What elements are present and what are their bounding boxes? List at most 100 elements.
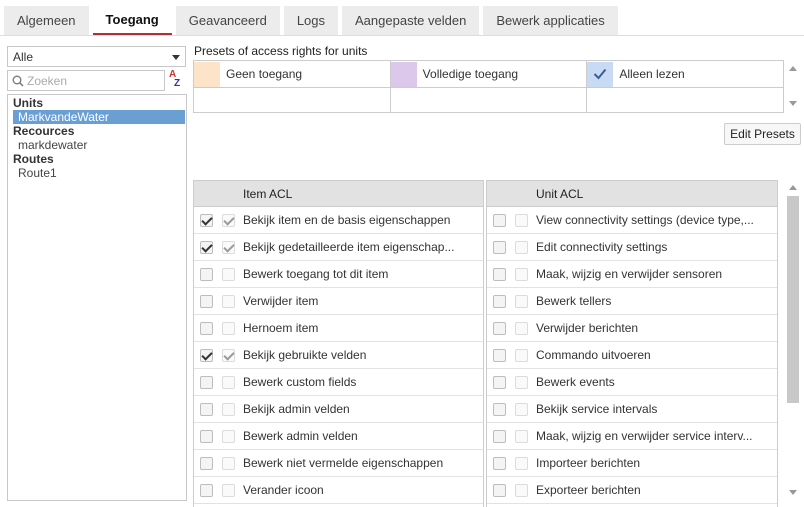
presets-scroll-down-icon[interactable] (789, 101, 797, 106)
acl-checkbox[interactable] (200, 403, 213, 416)
tree-item-route[interactable]: Route1 (8, 166, 186, 180)
unit-acl-header: Unit ACL (487, 181, 777, 207)
acl-checkbox[interactable] (493, 214, 506, 227)
tree-group-routes[interactable]: Routes (8, 152, 186, 166)
preset-alleen-lezen[interactable]: Alleen lezen (587, 61, 783, 87)
edit-presets-button[interactable]: Edit Presets (724, 123, 801, 145)
acl-label: Bekijk gebruikte velden (243, 348, 367, 362)
acl-checkbox[interactable] (200, 430, 213, 443)
acl-checkbox[interactable] (200, 322, 213, 335)
acl-label: Bekijk gedetailleerde item eigenschap... (243, 240, 455, 254)
preset-empty-cell (391, 88, 588, 113)
acl-checkbox[interactable] (200, 214, 213, 227)
acl-row: Verander icoon (194, 477, 483, 504)
acl-label: Verwijder berichten (536, 321, 639, 335)
acl-secondary-checkbox[interactable] (222, 349, 235, 362)
tab-toegang[interactable]: Toegang (92, 6, 172, 35)
tab-aangepaste-velden[interactable]: Aangepaste velden (342, 6, 480, 35)
acl-checkbox[interactable] (493, 403, 506, 416)
acl-secondary-checkbox[interactable] (222, 241, 235, 254)
acl-row: Importeer berichten (487, 450, 777, 477)
acl-secondary-checkbox[interactable] (515, 484, 528, 497)
acl-label: Verander icoon (243, 483, 324, 497)
acl-label: Edit connectivity settings (536, 240, 668, 254)
filter-dropdown[interactable]: Alle (7, 46, 186, 67)
acl-label: Bekijk item en de basis eigenschappen (243, 213, 451, 227)
acl-secondary-checkbox[interactable] (515, 322, 528, 335)
acl-secondary-checkbox[interactable] (222, 268, 235, 281)
search-input[interactable] (27, 73, 157, 88)
presets-scroll-up-icon[interactable] (789, 66, 797, 71)
acl-secondary-checkbox[interactable] (515, 403, 528, 416)
tab-bar: Algemeen Toegang Geavanceerd Logs Aangep… (4, 6, 622, 36)
acl-secondary-checkbox[interactable] (515, 457, 528, 470)
acl-secondary-checkbox[interactable] (222, 295, 235, 308)
acl-checkbox[interactable] (200, 268, 213, 281)
acl-secondary-checkbox[interactable] (515, 214, 528, 227)
tree-item-unit[interactable]: MarkvandeWater (13, 110, 185, 124)
preset-volledige-toegang[interactable]: Volledige toegang (390, 61, 588, 87)
acl-checkbox[interactable] (200, 457, 213, 470)
acl-label: Bewerk tellers (536, 294, 612, 308)
acl-secondary-checkbox[interactable] (222, 457, 235, 470)
tree-group-units[interactable]: Units (8, 96, 186, 110)
acl-label: View connectivity settings (device type,… (536, 213, 754, 227)
preset-geen-toegang[interactable]: Geen toegang (194, 61, 391, 87)
tab-logs[interactable]: Logs (283, 6, 339, 35)
acl-secondary-checkbox[interactable] (222, 430, 235, 443)
acl-checkbox[interactable] (493, 376, 506, 389)
acl-secondary-checkbox[interactable] (515, 376, 528, 389)
tab-bewerk-applicaties[interactable]: Bewerk applicaties (483, 6, 618, 35)
acl-row: Bewerk niet vermelde eigenschappen (194, 450, 483, 477)
acl-checkbox[interactable] (200, 295, 213, 308)
acl-checkbox[interactable] (493, 457, 506, 470)
acl-secondary-checkbox[interactable] (222, 403, 235, 416)
acl-checkbox[interactable] (200, 241, 213, 254)
acl-row: View connectivity settings (device type,… (487, 207, 777, 234)
acl-secondary-checkbox[interactable] (515, 430, 528, 443)
preset-row-empty (194, 87, 783, 113)
acl-scroll-up-icon[interactable] (789, 185, 797, 190)
acl-checkbox[interactable] (493, 241, 506, 254)
acl-checkbox[interactable] (200, 376, 213, 389)
acl-scrollbar-thumb[interactable] (787, 196, 799, 403)
acl-scroll-down-icon[interactable] (789, 490, 797, 495)
chevron-down-icon (172, 55, 180, 60)
tab-geavanceerd[interactable]: Geavanceerd (175, 6, 280, 35)
acl-checkbox[interactable] (493, 295, 506, 308)
preset-row: Geen toegang Volledige toegang Alleen le… (194, 61, 783, 87)
checkmark-icon (594, 68, 607, 80)
acl-checkbox[interactable] (200, 484, 213, 497)
tree-item-resource[interactable]: markdewater (8, 138, 186, 152)
acl-secondary-checkbox[interactable] (222, 214, 235, 227)
acl-label: Maak, wijzig en verwijder service interv… (536, 429, 753, 443)
acl-row: Maak, wijzig en verwijder service interv… (487, 423, 777, 450)
search-box[interactable] (7, 70, 165, 91)
tree-group-resources[interactable]: Recources (8, 124, 186, 138)
tab-algemeen[interactable]: Algemeen (4, 6, 89, 35)
acl-checkbox[interactable] (493, 484, 506, 497)
acl-label: Importeer berichten (536, 456, 641, 470)
acl-checkbox[interactable] (493, 430, 506, 443)
acl-checkbox[interactable] (493, 322, 506, 335)
acl-secondary-checkbox[interactable] (515, 295, 528, 308)
filter-selected-value: Alle (13, 49, 34, 64)
acl-label: Bekijk service intervals (536, 402, 658, 416)
acl-secondary-checkbox[interactable] (222, 322, 235, 335)
acl-row: Bewerk events (487, 369, 777, 396)
acl-checkbox[interactable] (200, 349, 213, 362)
acl-secondary-checkbox[interactable] (515, 241, 528, 254)
acl-row: Bekijk gedetailleerde item eigenschap... (194, 234, 483, 261)
acl-row: Bekijk gebruikte velden (194, 342, 483, 369)
acl-scrollbar[interactable] (786, 180, 800, 507)
acl-secondary-checkbox[interactable] (222, 484, 235, 497)
acl-checkbox[interactable] (493, 268, 506, 281)
acl-secondary-checkbox[interactable] (222, 376, 235, 389)
acl-label: Bewerk custom fields (243, 375, 357, 389)
acl-checkbox[interactable] (493, 349, 506, 362)
preset-swatch (390, 61, 417, 87)
sort-az-icon[interactable]: A Z (169, 70, 187, 90)
acl-secondary-checkbox[interactable] (515, 268, 528, 281)
presets-title: Presets of access rights for units (194, 44, 368, 58)
acl-secondary-checkbox[interactable] (515, 349, 528, 362)
